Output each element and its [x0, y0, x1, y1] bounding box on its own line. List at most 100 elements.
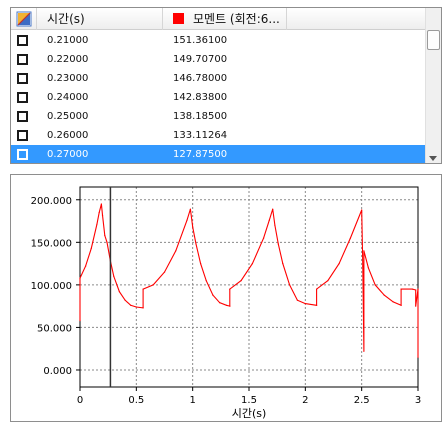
- series-point: [142, 307, 144, 309]
- series-point: [200, 263, 202, 265]
- series-point: [219, 302, 221, 304]
- time-cell: 0.26000: [47, 130, 89, 141]
- table-row[interactable]: 0.23000 146.78000: [11, 69, 427, 88]
- series-point: [367, 267, 369, 269]
- time-cell: 0.24000: [47, 92, 89, 103]
- time-cell: 0.25000: [47, 111, 89, 122]
- series-point: [363, 250, 365, 252]
- series-point: [104, 234, 106, 237]
- series-point: [229, 288, 231, 290]
- moment-cell: 151.36100: [173, 35, 228, 46]
- y-tick-label: 150.000: [31, 238, 72, 249]
- x-tick-label: 2.5: [354, 395, 370, 406]
- table-row[interactable]: 0.27000 127.87500: [11, 145, 427, 163]
- table-body: 0.21000 151.36100 0.22000 149.70700 0.23000 1…: [11, 31, 427, 163]
- series-point: [417, 356, 419, 358]
- y-axis: 0.000 50.000 100.000 150.000 200.000: [31, 196, 80, 377]
- x-tick-label: 1: [189, 395, 195, 406]
- series-point: [175, 250, 177, 252]
- series-point: [400, 288, 402, 290]
- moment-cell: 142.83800: [173, 92, 228, 103]
- moment-cell: 133.11264: [173, 130, 228, 141]
- table-header: 시간(s) 모멘트 (회전:6...: [11, 8, 427, 30]
- table-row[interactable]: 0.22000 149.70700: [11, 50, 427, 69]
- series-point: [277, 243, 279, 245]
- x-tick-label: 2: [302, 395, 308, 406]
- series-point: [205, 280, 207, 282]
- series-point: [90, 247, 92, 249]
- vertical-scrollbar[interactable]: [425, 8, 441, 163]
- row-checkbox[interactable]: [17, 54, 28, 65]
- row-checkbox[interactable]: [17, 130, 28, 141]
- x-tick-label: 3: [415, 395, 421, 406]
- series-color-swatch: [173, 13, 184, 24]
- time-cell: 0.23000: [47, 73, 89, 84]
- series-point: [268, 219, 270, 221]
- series-point: [304, 303, 306, 305]
- table-row[interactable]: 0.25000 138.18500: [11, 107, 427, 126]
- series-point: [272, 208, 274, 210]
- series-point: [349, 237, 351, 239]
- series-point: [411, 288, 413, 290]
- series-point: [212, 294, 214, 296]
- series-point: [96, 223, 98, 225]
- series-point: [251, 263, 253, 265]
- table-row[interactable]: 0.24000 142.83800: [11, 88, 427, 107]
- moment-cell: 127.87500: [173, 149, 228, 160]
- column-header-moment-label: 모멘트 (회전:6...: [193, 12, 280, 26]
- moment-cell: 149.70700: [173, 54, 228, 65]
- series-point: [225, 304, 228, 306]
- series-point: [195, 243, 197, 245]
- series-point: [415, 289, 417, 291]
- series-point: [316, 304, 318, 306]
- x-axis-title: 시간(s): [232, 407, 267, 420]
- series-point: [135, 306, 137, 308]
- series-point: [79, 320, 81, 322]
- scroll-down-arrow-icon[interactable]: [429, 156, 437, 161]
- row-checkbox[interactable]: [17, 111, 28, 122]
- column-header-moment[interactable]: 모멘트 (회전:6...: [163, 8, 287, 30]
- series-point: [142, 288, 144, 290]
- x-tick-label: 0: [77, 395, 83, 406]
- series-point: [263, 237, 265, 239]
- series-point: [186, 219, 188, 221]
- series-point: [362, 265, 364, 267]
- table-row[interactable]: 0.21000 151.36100: [11, 31, 427, 50]
- series-point: [400, 304, 402, 306]
- series-point: [338, 263, 340, 265]
- row-checkbox[interactable]: [17, 92, 28, 103]
- moment-cell: 146.78000: [173, 73, 228, 84]
- time-cell: 0.22000: [47, 54, 89, 65]
- series-point: [363, 350, 365, 352]
- series-point: [124, 299, 126, 301]
- series-point: [392, 301, 394, 303]
- column-header-time[interactable]: 시간(s): [37, 8, 163, 30]
- series-point: [289, 284, 291, 286]
- series-point: [229, 305, 231, 307]
- series-point: [113, 275, 115, 277]
- table-row[interactable]: 0.26000 133.11264: [11, 126, 427, 145]
- y-tick-label: 50.000: [37, 323, 72, 334]
- row-checkbox[interactable]: [17, 35, 28, 46]
- series-point: [282, 263, 284, 265]
- column-header-time-label: 시간(s): [47, 12, 85, 26]
- series-point: [361, 209, 363, 211]
- series-point: [106, 241, 108, 243]
- chart-grid: [79, 187, 419, 387]
- series-point: [316, 288, 318, 290]
- series-point: [374, 284, 376, 286]
- series-point: [415, 305, 417, 307]
- y-tick-label: 200.000: [31, 196, 72, 207]
- y-tick-label: 100.000: [31, 281, 72, 292]
- x-tick-label: 0.5: [128, 395, 144, 406]
- chart-panel: 0.000 50.000 100.000 150.000 200.000 0 0.5 1 1.…: [10, 174, 442, 422]
- series-point: [85, 265, 87, 267]
- column-chooser-icon[interactable]: [11, 8, 37, 30]
- series-point: [118, 291, 120, 293]
- series-point: [101, 214, 104, 216]
- moment-time-chart: 0.000 50.000 100.000 150.000 200.000 0 0.5 1 1.…: [31, 186, 421, 420]
- scrollbar-thumb[interactable]: [427, 30, 440, 50]
- row-checkbox[interactable]: [17, 149, 28, 160]
- row-checkbox[interactable]: [17, 73, 28, 84]
- series-point: [79, 277, 81, 279]
